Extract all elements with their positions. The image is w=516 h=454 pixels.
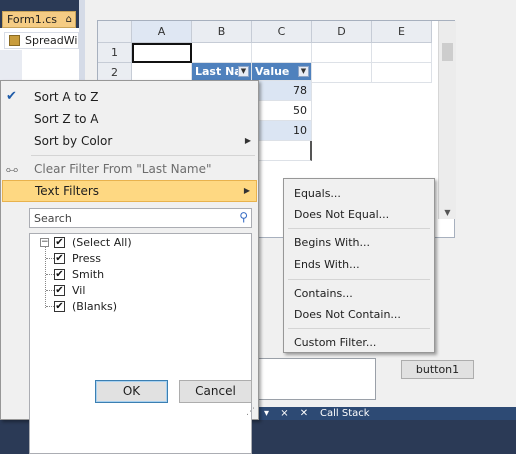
- cell-c1[interactable]: [252, 43, 312, 63]
- cell-e2[interactable]: [372, 63, 432, 83]
- button1[interactable]: button1: [401, 360, 474, 379]
- check-icon: ✔: [6, 89, 17, 104]
- search-icon[interactable]: ⚲: [239, 210, 248, 224]
- checkbox[interactable]: ✔: [54, 237, 65, 248]
- filter-dropdown-menu: ✔ Sort A to Z Sort Z to A Sort by Color …: [0, 80, 259, 454]
- column-header-e[interactable]: E: [372, 21, 432, 43]
- tree-item-spreadwin[interactable]: SpreadWi: [4, 32, 79, 49]
- list-item-blanks[interactable]: ✔ (Blanks): [30, 299, 250, 315]
- submenu-arrow-icon: ▶: [244, 136, 251, 145]
- submenu-separator: [288, 328, 430, 329]
- checkbox[interactable]: ✔: [54, 285, 65, 296]
- filter-dropdown-icon[interactable]: ▼: [298, 66, 309, 77]
- editor-tab-form1[interactable]: Form1.cs ⌂: [2, 11, 76, 28]
- text-filters-submenu: Equals... Does Not Equal... Begins With.…: [283, 178, 435, 353]
- ide-bottom-tabstrip: ▾ ⨯ ✕ Call Stack: [258, 407, 516, 420]
- editor-tab-label: Form1.cs: [7, 13, 57, 26]
- list-item-smith[interactable]: ✔ Smith: [30, 267, 250, 283]
- checkbox[interactable]: ✔: [54, 269, 65, 280]
- corner-header[interactable]: [98, 21, 132, 43]
- list-item-label: Smith: [72, 268, 105, 281]
- cell-a1[interactable]: [132, 43, 192, 63]
- menu-item-sort-a-to-z[interactable]: ✔ Sort A to Z: [2, 86, 257, 108]
- submenu-item-equals[interactable]: Equals...: [285, 183, 433, 205]
- submenu-item-does-not-contain[interactable]: Does Not Contain...: [285, 304, 433, 326]
- submenu-item-custom-filter[interactable]: Custom Filter...: [285, 332, 433, 354]
- checkbox[interactable]: ✔: [54, 301, 65, 312]
- submenu-separator: [288, 279, 430, 280]
- submenu-separator: [288, 228, 430, 229]
- cell-d1[interactable]: [312, 43, 372, 63]
- menu-item-label: Text Filters: [35, 184, 100, 198]
- vertical-scrollbar[interactable]: ▼: [438, 21, 456, 219]
- cell-b1[interactable]: [192, 43, 252, 63]
- cell-e1[interactable]: [372, 43, 432, 63]
- submenu-item-begins-with[interactable]: Begins With...: [285, 232, 433, 254]
- menu-item-label: Sort A to Z: [34, 90, 99, 104]
- list-item-vil[interactable]: ✔ Vil: [30, 283, 250, 299]
- list-item-label: (Blanks): [72, 300, 117, 313]
- cell-value-2[interactable]: 50: [252, 101, 312, 121]
- pin-icon[interactable]: ⌂: [66, 12, 72, 27]
- filter-active-icon[interactable]: ▼: [238, 66, 249, 77]
- menu-separator: [31, 155, 255, 156]
- resize-grip-icon[interactable]: ⋰: [246, 407, 256, 417]
- submenu-item-contains[interactable]: Contains...: [285, 283, 433, 305]
- menu-item-text-filters[interactable]: Text Filters ▶: [2, 180, 257, 202]
- list-item-label: (Select All): [72, 236, 132, 249]
- cell-value-4[interactable]: [252, 141, 312, 161]
- table-header-value[interactable]: Value ▼: [252, 63, 312, 81]
- list-item-select-all[interactable]: ✔ (Select All): [30, 235, 250, 251]
- cell-d2[interactable]: [312, 63, 372, 83]
- tree-item-label: SpreadWi: [25, 34, 78, 47]
- menu-item-label: Sort Z to A: [34, 112, 99, 126]
- search-input[interactable]: [32, 210, 232, 226]
- submenu-arrow-icon: ▶: [243, 186, 250, 195]
- column-header-d[interactable]: D: [312, 21, 372, 43]
- form-textbox[interactable]: [258, 358, 376, 400]
- window-controls-icons[interactable]: ▾ ⨯ ✕: [264, 407, 312, 420]
- column-header-b[interactable]: B: [192, 21, 252, 43]
- cancel-button[interactable]: Cancel: [179, 380, 252, 403]
- project-icon: [9, 35, 20, 46]
- list-item-press[interactable]: ✔ Press: [30, 251, 250, 267]
- scrollbar-thumb[interactable]: [442, 43, 453, 61]
- column-header-c[interactable]: C: [252, 21, 312, 43]
- filter-search-box[interactable]: ⚲: [29, 208, 252, 228]
- clear-filter-icon: ⧟: [6, 162, 19, 176]
- call-stack-tab[interactable]: Call Stack: [320, 407, 370, 420]
- column-header-a[interactable]: A: [132, 21, 192, 43]
- menu-item-sort-z-to-a[interactable]: Sort Z to A: [2, 108, 257, 130]
- menu-item-clear-filter[interactable]: ⧟ Clear Filter From "Last Name": [2, 158, 257, 180]
- filter-values-list[interactable]: − ✔ (Select All) ✔ Press ✔ Smith ✔ Vil ✔…: [29, 233, 252, 454]
- list-item-label: Vil: [72, 284, 86, 297]
- submenu-item-does-not-equal[interactable]: Does Not Equal...: [285, 204, 433, 226]
- table-header-last-name[interactable]: Last Na ▼: [192, 63, 252, 81]
- list-item-label: Press: [72, 252, 101, 265]
- cell-value-3[interactable]: 10: [252, 121, 312, 141]
- table-header-last-name-label: Last Na: [195, 65, 242, 78]
- cell-value-1[interactable]: 78: [252, 81, 312, 101]
- table-header-value-label: Value: [255, 65, 290, 78]
- ok-button[interactable]: OK: [95, 380, 168, 403]
- menu-item-label: Sort by Color: [34, 134, 113, 148]
- menu-item-label: Clear Filter From "Last Name": [34, 162, 212, 176]
- row-header-1[interactable]: 1: [98, 43, 132, 63]
- checkbox[interactable]: ✔: [54, 253, 65, 264]
- scroll-down-icon[interactable]: ▼: [439, 208, 456, 217]
- submenu-item-ends-with[interactable]: Ends With...: [285, 254, 433, 276]
- menu-item-sort-by-color[interactable]: Sort by Color ▶: [2, 130, 257, 152]
